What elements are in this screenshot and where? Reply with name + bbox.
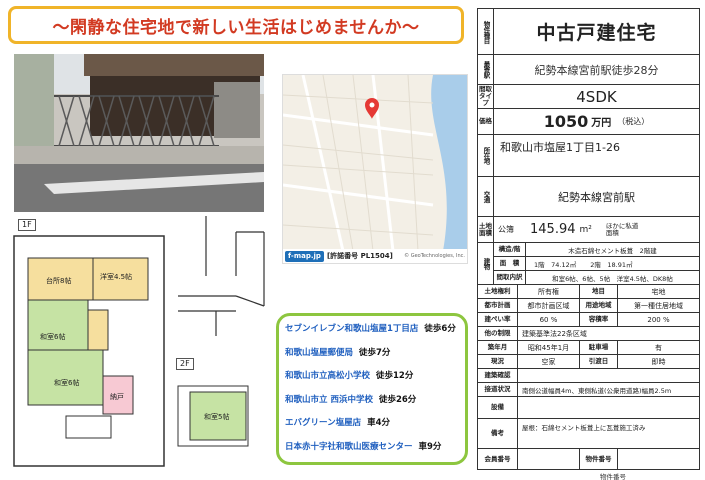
nearby-item: 日本赤十字社和歌山医療センター 車9分 bbox=[285, 441, 442, 452]
remarks-value: 屋根：石綿セメント板葺上に瓦葺施工済み bbox=[518, 419, 699, 449]
land-label: 土地面積 bbox=[478, 217, 494, 243]
far-label: 容積率 bbox=[580, 313, 618, 327]
city-plan-label: 都市計画 bbox=[478, 299, 518, 313]
access-value: 紀勢本線宮前駅徒歩28分 bbox=[494, 55, 699, 85]
price-tax: （税込） bbox=[617, 117, 650, 126]
building-cert-value bbox=[518, 369, 699, 383]
address-value: 和歌山市塩屋1丁目1-26 bbox=[494, 135, 699, 177]
land-value: 公簿 145.94 m² ほかに私道面積 bbox=[494, 217, 699, 243]
rooms-value: 和室6帖、6帖、5帖 洋室4.5帖、DK8帖 bbox=[526, 271, 699, 285]
private-road: ほかに私道面積 bbox=[605, 221, 639, 237]
room-storage: 納戸 bbox=[110, 393, 124, 401]
listing-label: 物件番号 bbox=[580, 449, 618, 469]
road-label: 接道状況 bbox=[478, 383, 518, 397]
status-label: 現況 bbox=[478, 355, 518, 369]
nearby-item: エバグリーン塩屋店 車4分 bbox=[285, 418, 390, 428]
map-license: [許諾番号 PL1504] bbox=[326, 252, 393, 260]
structure-value: 木造石綿セメント板葺 2階建 bbox=[526, 243, 699, 257]
land-category-value: 宅地 bbox=[618, 285, 699, 299]
floor-area-1f: 1階 74.12㎡ bbox=[534, 260, 577, 269]
catchphrase-banner: ～閑静な住宅地で新しい生活はじめませんか～ bbox=[8, 6, 464, 44]
remarks-label: 備考 bbox=[478, 419, 518, 449]
nearby-item: 和歌山塩屋郵便局 徒歩7分 bbox=[285, 347, 391, 358]
member-value bbox=[518, 449, 580, 469]
bottom-note: 物件番号 bbox=[600, 473, 626, 480]
coverage-value: 60 % bbox=[518, 313, 580, 327]
floor-plan: 1F 2F 台所8帖 洋室4.5帖 和室6帖 和室6帖 納戸 和室5帖 bbox=[6, 216, 276, 478]
rooms-label: 間取内訳 bbox=[494, 271, 526, 285]
handover-label: 引渡日 bbox=[580, 355, 618, 369]
land-type: 公簿 bbox=[498, 225, 514, 234]
listing-value bbox=[618, 449, 699, 469]
property-type: 中古戸建住宅 bbox=[494, 9, 699, 55]
built-value: 昭和45年1月 bbox=[518, 341, 580, 355]
address-label: 所在地 bbox=[478, 135, 494, 177]
floor1-label: 1F bbox=[18, 219, 36, 231]
built-label: 築年月 bbox=[478, 341, 518, 355]
zoning-label: 用途地域 bbox=[580, 299, 618, 313]
nearby-item: セブンイレブン和歌山塩屋1丁目店 徒歩6分 bbox=[285, 324, 456, 334]
map-footer: f-map.jp [許諾番号 PL1504] © GeoTechnologies… bbox=[283, 249, 467, 263]
floor-area-label: 面 積 bbox=[494, 257, 526, 271]
spec-table: 物件種目 中古戸建住宅 最寄駅 紀勢本線宮前駅徒歩28分 間取タイプ 4SDK … bbox=[477, 8, 700, 470]
handover-value: 即時 bbox=[618, 355, 699, 369]
nearby-item: 和歌山市立 西浜中学校 徒歩26分 bbox=[285, 394, 417, 405]
room-western: 洋室4.5帖 bbox=[100, 273, 133, 281]
land-right-value: 所有権 bbox=[518, 285, 580, 299]
building-label: 建物 bbox=[478, 243, 494, 285]
transport-label: 交通 bbox=[478, 177, 494, 217]
transport-value: 紀勢本線宮前駅 bbox=[494, 177, 699, 217]
nearby-facilities: セブンイレブン和歌山塩屋1丁目店 徒歩6分 和歌山塩屋郵便局 徒歩7分 和歌山市立高… bbox=[276, 313, 468, 465]
price-value: 1050 万円 （税込） bbox=[494, 109, 699, 135]
floor-area-2f: 2階 18.91㎡ bbox=[590, 260, 633, 269]
room-kitchen: 台所8帖 bbox=[46, 277, 72, 285]
land-category-label: 地目 bbox=[580, 285, 618, 299]
price-unit: 万円 bbox=[591, 118, 612, 129]
map-brand: f-map.jp bbox=[285, 250, 324, 262]
floor2-label: 2F bbox=[176, 358, 194, 370]
access-label: 最寄駅 bbox=[478, 55, 494, 85]
price-number: 1050 bbox=[543, 112, 589, 131]
room-japanese-3: 和室5帖 bbox=[204, 413, 230, 421]
land-right-label: 土地権利 bbox=[478, 285, 518, 299]
type-label: 物件種目 bbox=[478, 9, 494, 55]
room-japanese-2: 和室6帖 bbox=[54, 379, 80, 387]
location-map[interactable]: f-map.jp [許諾番号 PL1504] © GeoTechnologies… bbox=[282, 74, 468, 264]
zoning-value: 第一種住居地域 bbox=[618, 299, 699, 313]
room-japanese-1: 和室6帖 bbox=[40, 333, 66, 341]
structure-label: 構造/階 bbox=[494, 243, 526, 257]
city-plan-value: 都市計画区域 bbox=[518, 299, 580, 313]
land-area: 145.94 bbox=[530, 222, 576, 237]
facilities-value bbox=[518, 397, 699, 419]
far-value: 200 % bbox=[618, 313, 699, 327]
land-unit: m² bbox=[579, 224, 592, 235]
coverage-label: 建ぺい率 bbox=[478, 313, 518, 327]
layout-value: 4SDK bbox=[494, 85, 699, 109]
restrictions-label: 他の制限 bbox=[478, 327, 518, 341]
parking-label: 駐車場 bbox=[580, 341, 618, 355]
price-label: 価格 bbox=[478, 109, 494, 135]
status-value: 空家 bbox=[518, 355, 580, 369]
facilities-label: 設備 bbox=[478, 397, 518, 419]
nearby-item: 和歌山市立高松小学校 徒歩12分 bbox=[285, 371, 414, 381]
restrictions-value: 建築基準法22条区域 bbox=[518, 327, 699, 341]
parking-value: 有 bbox=[618, 341, 699, 355]
map-copyright: © GeoTechnologies, Inc. bbox=[404, 253, 465, 259]
layout-label: 間取タイプ bbox=[478, 85, 494, 109]
road-value: 南側公道幅員4m、東側私道(公衆用道路)幅員2.5m bbox=[518, 383, 699, 397]
member-label: 会員番号 bbox=[478, 449, 518, 469]
property-photo bbox=[14, 54, 264, 212]
floor-area-value: 1階 74.12㎡ 2階 18.91㎡ bbox=[526, 257, 699, 271]
building-cert-label: 建築確認 bbox=[478, 369, 518, 383]
